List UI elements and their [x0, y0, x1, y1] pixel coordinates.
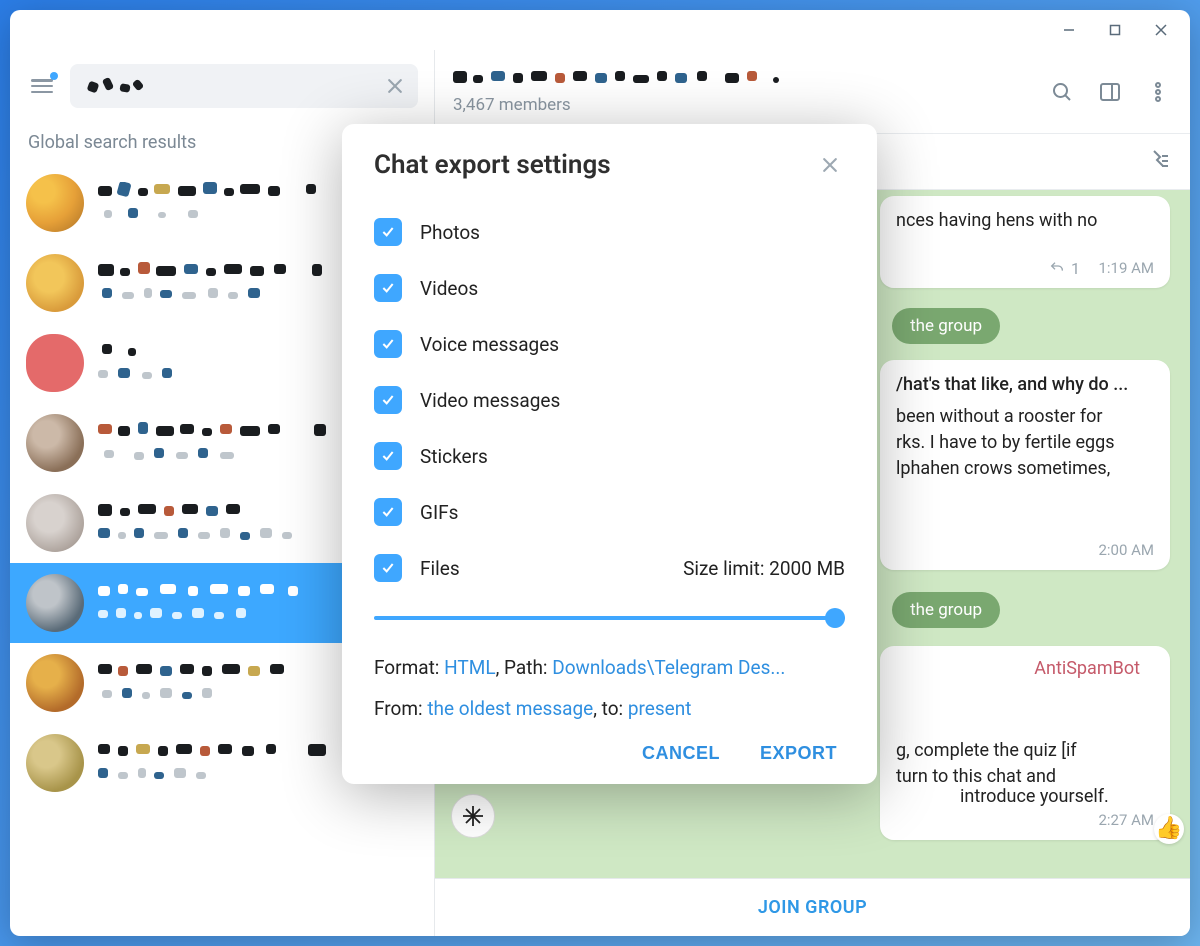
- header-actions: [1048, 78, 1172, 106]
- bot-avatar: [451, 794, 495, 838]
- message-text: introduce yourself.: [500, 784, 1160, 810]
- message-time: 1:19 AM: [1098, 258, 1154, 280]
- sidebar-toggle-icon[interactable]: [1096, 78, 1124, 106]
- slider-track: [374, 616, 845, 620]
- message-text: g, complete the quiz [if: [896, 738, 1154, 764]
- join-group-button[interactable]: JOIN GROUP: [435, 878, 1190, 936]
- message-text: lphahen crows sometimes,: [896, 456, 1154, 482]
- dialog-actions: CANCEL EXPORT: [374, 743, 845, 764]
- message-time: 2:00 AM: [1098, 540, 1154, 562]
- maximize-button[interactable]: [1092, 14, 1138, 46]
- option-voice-messages[interactable]: Voice messages: [374, 316, 845, 372]
- checkbox-checked-icon[interactable]: [374, 442, 402, 470]
- avatar: [26, 254, 84, 312]
- size-limit-label: Size limit: 2000 MB: [683, 557, 845, 580]
- from-to-line: From: the oldest message, to: present: [374, 695, 845, 724]
- join-label: JOIN GROUP: [758, 897, 867, 918]
- more-icon[interactable]: [1144, 78, 1172, 106]
- checkbox-checked-icon[interactable]: [374, 218, 402, 246]
- close-window-button[interactable]: [1138, 14, 1184, 46]
- avatar: [26, 334, 84, 392]
- message-text: nces having hens with no: [896, 210, 1097, 231]
- option-video-messages[interactable]: Video messages: [374, 372, 845, 428]
- option-label: Files: [420, 557, 665, 580]
- notification-dot-icon: [50, 72, 58, 80]
- chat-title-obfuscated: [453, 69, 1048, 91]
- size-limit-slider[interactable]: [374, 608, 845, 628]
- format-link[interactable]: HTML: [444, 656, 495, 679]
- dialog-title: Chat export settings: [374, 150, 611, 180]
- format-path-line: Format: HTML, Path: Downloads\Telegram D…: [374, 654, 845, 683]
- avatar: [26, 174, 84, 232]
- option-photos[interactable]: Photos: [374, 204, 845, 260]
- avatar: [26, 574, 84, 632]
- members-count: 3,467 members: [453, 95, 1048, 115]
- snowflake-icon: [461, 804, 485, 828]
- option-stickers[interactable]: Stickers: [374, 428, 845, 484]
- option-label: Stickers: [420, 445, 845, 468]
- checkbox-checked-icon[interactable]: [374, 330, 402, 358]
- checkbox-checked-icon[interactable]: [374, 554, 402, 582]
- option-gifs[interactable]: GIFs: [374, 484, 845, 540]
- sidebar-header: [10, 50, 434, 122]
- chat-header[interactable]: 3,467 members: [435, 50, 1190, 134]
- message-bubble[interactable]: AntiSpamBot g, complete the quiz [if tur…: [880, 646, 1170, 840]
- avatar: [26, 494, 84, 552]
- close-dialog-button[interactable]: [815, 150, 845, 180]
- checkbox-checked-icon[interactable]: [374, 498, 402, 526]
- search-query-obfuscated: [88, 78, 148, 96]
- option-label: Videos: [420, 277, 845, 300]
- app-window: Global search results: [10, 10, 1190, 936]
- titlebar: [10, 10, 1190, 50]
- checkbox-checked-icon[interactable]: [374, 386, 402, 414]
- option-label: Video messages: [420, 389, 845, 412]
- export-settings-dialog: Chat export settings Photos Videos Voice…: [342, 124, 877, 784]
- checkbox-checked-icon[interactable]: [374, 274, 402, 302]
- message-text: been without a rooster for: [896, 404, 1154, 430]
- message-bubble[interactable]: nces having hens with no 1 1:19 AM: [880, 196, 1170, 288]
- option-videos[interactable]: Videos: [374, 260, 845, 316]
- to-link[interactable]: present: [628, 697, 692, 720]
- search-icon[interactable]: [1048, 78, 1076, 106]
- option-files[interactable]: Files Size limit: 2000 MB: [374, 540, 845, 596]
- message-text: /hat's that like, and why do ...: [896, 372, 1154, 398]
- replies-count: 1: [1071, 257, 1080, 280]
- message-bubble[interactable]: /hat's that like, and why do ... been wi…: [880, 360, 1170, 570]
- reply-icon: [1049, 260, 1065, 276]
- cancel-button[interactable]: CANCEL: [642, 743, 720, 764]
- option-label: GIFs: [420, 501, 845, 524]
- search-wrap: [70, 64, 418, 108]
- message-time: 2:27 AM: [1098, 810, 1154, 832]
- path-link[interactable]: Downloads\Telegram Des...: [552, 656, 785, 679]
- option-label: Voice messages: [420, 333, 845, 356]
- system-chip: the group: [892, 308, 1000, 344]
- minimize-button[interactable]: [1046, 14, 1092, 46]
- from-link[interactable]: the oldest message: [427, 697, 593, 720]
- avatar: [26, 654, 84, 712]
- option-label: Photos: [420, 221, 845, 244]
- sender-name: AntiSpamBot: [1034, 656, 1140, 682]
- slider-thumb[interactable]: [825, 608, 845, 628]
- menu-button[interactable]: [26, 70, 58, 102]
- avatar: [26, 414, 84, 472]
- pinned-list-icon[interactable]: [1148, 148, 1172, 176]
- avatar: [26, 734, 84, 792]
- system-chip: the group: [892, 592, 1000, 628]
- export-button[interactable]: EXPORT: [760, 743, 837, 764]
- message-text: rks. I have to by fertile eggs: [896, 430, 1154, 456]
- reaction-thumbs-up-icon[interactable]: 👍: [1154, 814, 1184, 844]
- clear-search-button[interactable]: [382, 73, 408, 99]
